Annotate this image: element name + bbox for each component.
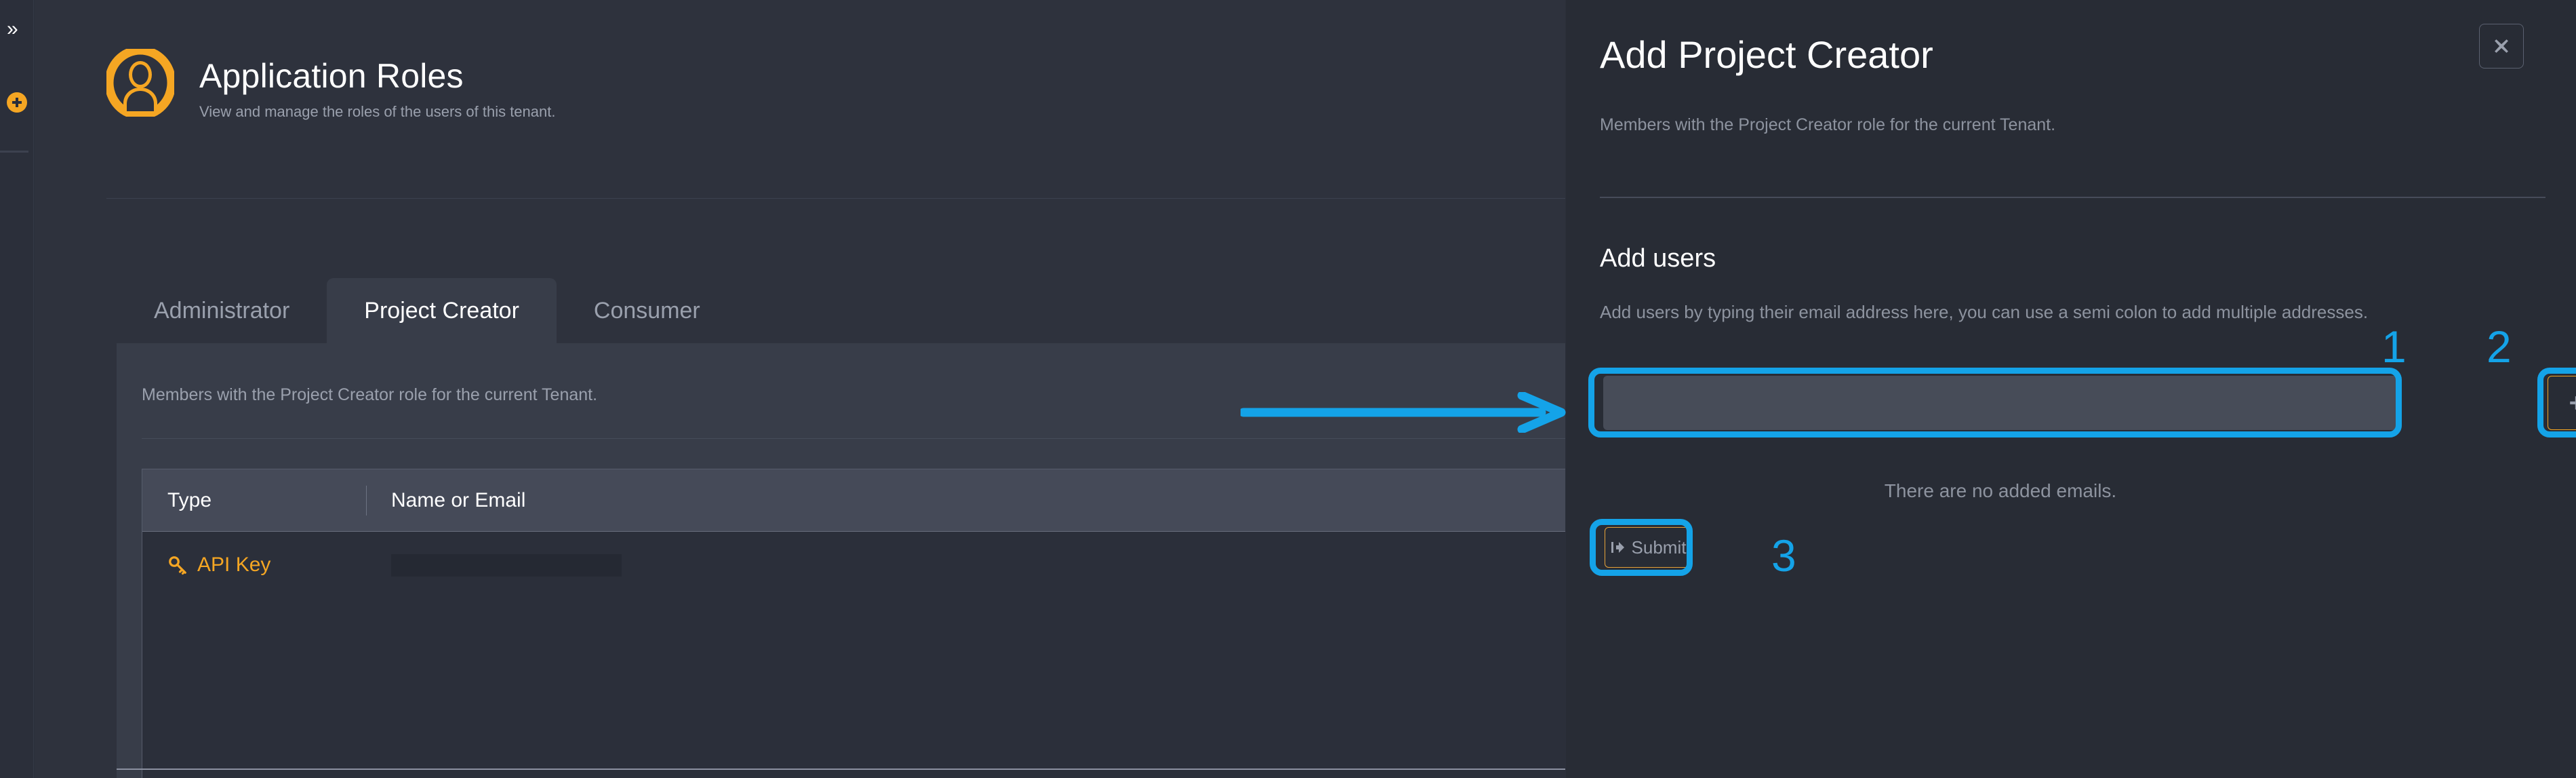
table-header-row: Type Name or Email (142, 469, 1565, 532)
add-users-hint: Add users by typing their email address … (1600, 302, 2369, 322)
rail-divider (0, 151, 28, 153)
page-header: Application Roles View and manage the ro… (106, 49, 555, 121)
horizontal-scrollbar[interactable] (117, 769, 1565, 770)
cell-type-label: API Key (197, 553, 271, 576)
close-icon (2495, 39, 2508, 53)
tab-administrator[interactable]: Administrator (117, 278, 327, 343)
email-input[interactable] (1603, 376, 2400, 430)
table-row[interactable]: API Key (142, 532, 1565, 598)
left-rail: » (0, 0, 34, 778)
submit-button-label: Submit (1631, 537, 1687, 558)
tab-project-creator[interactable]: Project Creator (327, 278, 557, 343)
cell-name-or-email (366, 553, 1565, 577)
cell-type: API Key (142, 553, 366, 577)
add-project-creator-panel: Add Project Creator Members with the Pro… (1566, 0, 2576, 778)
redacted-value (391, 553, 622, 577)
panel-title: Add Project Creator (1600, 33, 1933, 76)
circle-plus-icon[interactable] (7, 92, 27, 113)
panel-divider (1600, 197, 2545, 198)
user-avatar-icon (106, 49, 174, 117)
header-divider (106, 198, 1565, 199)
main-content: Application Roles View and manage the ro… (35, 0, 1565, 778)
app-root: » Application Roles View and manage the … (0, 0, 2576, 778)
tab-consumer[interactable]: Consumer (557, 278, 738, 343)
tab-panel-description: Members with the Project Creator role fo… (142, 385, 598, 404)
arrow-right-icon (1611, 542, 1624, 553)
chevron-double-right-icon[interactable]: » (7, 19, 18, 39)
close-panel-button[interactable] (2479, 24, 2524, 69)
add-email-button[interactable] (2548, 376, 2576, 430)
column-header-name-or-email[interactable]: Name or Email (366, 469, 1565, 531)
submit-button[interactable]: Submit (1605, 527, 1691, 568)
members-table: Type Name or Email API Key (142, 469, 1565, 778)
plus-icon (2570, 396, 2576, 410)
role-tabs: Administrator Project Creator Consumer (117, 278, 738, 343)
add-users-heading: Add users (1600, 244, 1716, 273)
table-empty-area (142, 598, 1565, 777)
tab-panel-divider (142, 438, 1565, 439)
page-title: Application Roles (199, 57, 464, 95)
page-subtitle: View and manage the roles of the users o… (199, 103, 556, 120)
key-icon (169, 556, 186, 575)
column-header-type[interactable]: Type (142, 469, 366, 531)
tab-panel-project-creator: Members with the Project Creator role fo… (117, 343, 1565, 778)
panel-subtitle: Members with the Project Creator role fo… (1600, 115, 2056, 134)
empty-emails-message: There are no added emails. (1884, 480, 2117, 501)
